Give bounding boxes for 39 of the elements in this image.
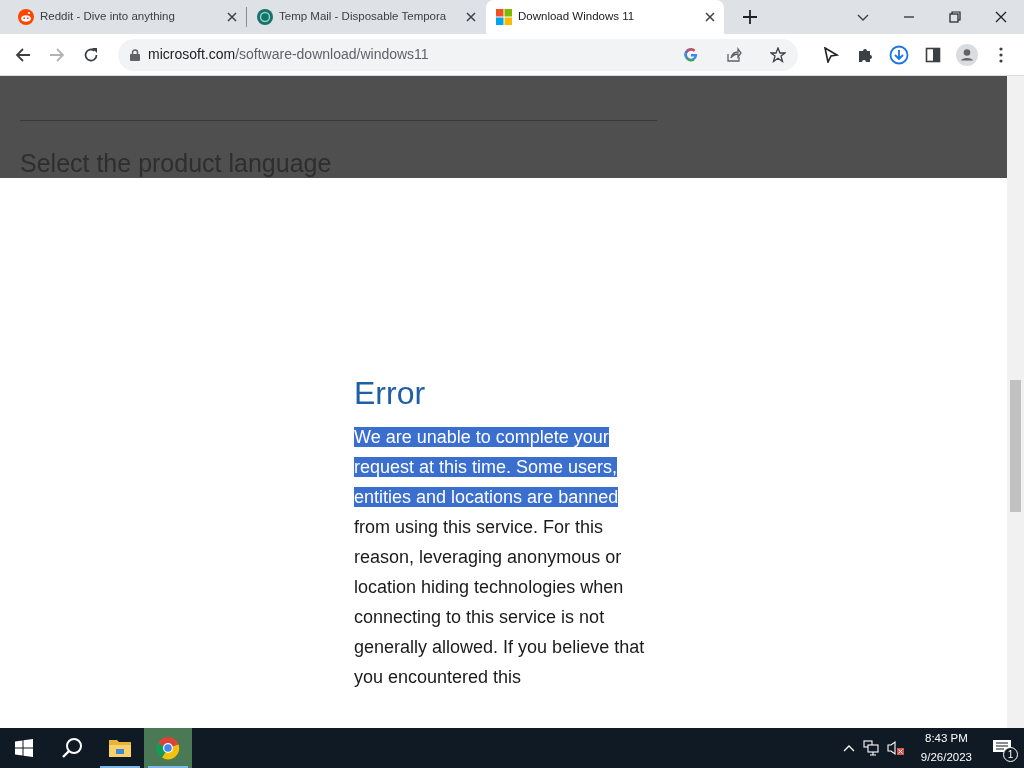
- address-bar[interactable]: microsoft.com/software-download/windows11: [118, 38, 798, 71]
- browser-tab[interactable]: Temp Mail - Disposable Tempora: [247, 0, 485, 34]
- back-arrow-icon: [15, 46, 31, 63]
- clock[interactable]: 8:43 PM 9/26/2023: [912, 729, 980, 767]
- notifications-button[interactable]: 1: [980, 728, 1024, 768]
- windows-logo-icon: [15, 739, 33, 757]
- four-squares-logo-icon: [496, 9, 512, 25]
- plus-icon: [743, 10, 757, 24]
- notification-count: 1: [1003, 747, 1018, 762]
- restore-icon: [949, 11, 961, 23]
- close-icon[interactable]: [704, 11, 716, 23]
- network-icon[interactable]: [862, 740, 879, 756]
- more-vertical-icon: [999, 46, 1003, 63]
- browser-tab[interactable]: Download Windows 11: [486, 0, 724, 34]
- chrome-logo-icon: [156, 736, 180, 760]
- close-icon[interactable]: [226, 11, 238, 23]
- side-panel-icon: [925, 46, 941, 63]
- error-title: Error: [354, 374, 427, 413]
- share-icon[interactable]: [726, 46, 742, 63]
- scrollbar[interactable]: [1007, 76, 1024, 728]
- search-icon: [61, 737, 83, 759]
- cursor-arrow-icon: [823, 46, 839, 63]
- star-icon[interactable]: [770, 46, 786, 63]
- forward-arrow-icon: [49, 46, 65, 63]
- puzzle-piece-icon: [857, 46, 873, 63]
- browser-tab[interactable]: Reddit - Dive into anything: [8, 0, 246, 34]
- muted-speaker-icon[interactable]: [886, 740, 905, 756]
- url-text: microsoft.com/software-download/windows11: [148, 45, 429, 64]
- reload-icon: [83, 46, 99, 63]
- close-icon[interactable]: [465, 11, 477, 23]
- google-g-icon[interactable]: [684, 47, 698, 62]
- user-silhouette-icon: [956, 43, 978, 66]
- circle-logo-icon: [257, 9, 273, 25]
- download-icon: [889, 44, 909, 65]
- error-message: We are unable to complete your request at this time. Some users, entities and locations are banned from using this service. For this reason, leveraging anonymous or location hiding technologies when connecting to this service is not generally allowed. If you believe that you encountered this: [354, 426, 646, 690]
- close-icon: [995, 11, 1007, 23]
- lock-icon: [130, 48, 140, 61]
- chevron-up-icon[interactable]: [842, 744, 855, 752]
- reddit-logo-icon: [18, 9, 34, 25]
